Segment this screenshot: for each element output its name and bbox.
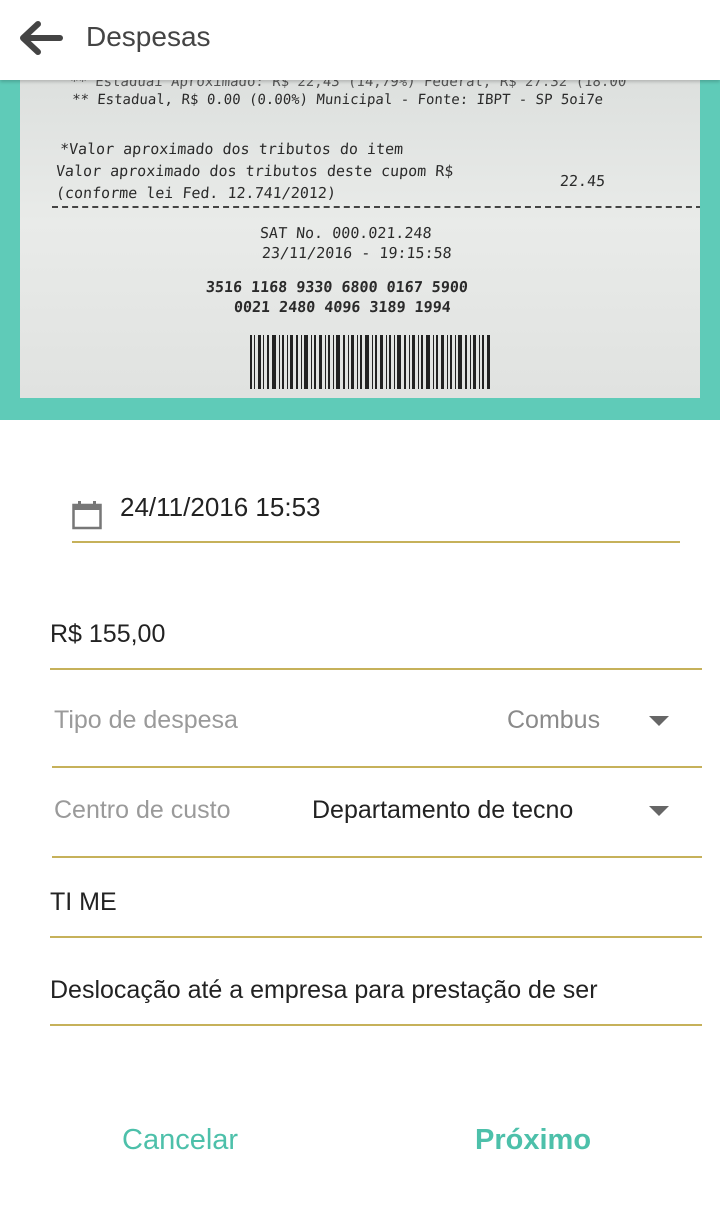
next-button[interactable]: Próximo [475, 1124, 591, 1157]
receipt-line: 23/11/2016 - 19:15:58 [261, 244, 453, 262]
receipt-line: 0021 2480 4096 3189 1994 [233, 298, 452, 316]
receipt-photo-frame[interactable]: ** Estaduai Aproximado: R$ 22,43 (14,79%… [0, 80, 720, 420]
barcode-icon [250, 335, 490, 389]
expense-type-select[interactable]: Tipo de despesa Combus [52, 676, 702, 768]
cancel-button[interactable]: Cancelar [122, 1124, 238, 1157]
expense-type-value: Combus [507, 706, 601, 734]
description-value: Deslocação até a empresa para prestação … [50, 976, 598, 1004]
amount-field[interactable]: R$ 155,00 [50, 600, 702, 670]
receipt-line: 3516 1168 9330 6800 0167 5900 [205, 278, 469, 296]
date-value: 24/11/2016 15:53 [120, 492, 321, 522]
page-title: Despesas [86, 21, 211, 52]
cost-center-label: Centro de custo [54, 796, 231, 824]
receipt-line: Valor aproximado dos tributos deste cupo… [55, 162, 454, 180]
cost-center-select[interactable]: Centro de custo Departamento de tecno [52, 766, 702, 858]
receipt-line: (conforme lei Fed. 12.741/2012) [55, 184, 337, 202]
receipt-line: *Valor aproximado dos tributos do item [59, 140, 404, 158]
amount-value: R$ 155,00 [50, 620, 166, 648]
arrow-left-icon [20, 21, 63, 55]
receipt-line: SAT No. 000.021.248 [259, 224, 433, 242]
receipt-line: 22.45 [559, 172, 606, 190]
calendar-icon [72, 501, 102, 530]
back-button[interactable] [14, 16, 66, 60]
receipt-divider [52, 206, 700, 208]
chevron-down-icon [649, 716, 669, 726]
receipt-line: ** Estadual, R$ 0.00 (0.00%) Municipal -… [71, 92, 604, 108]
receipt-photo: ** Estaduai Aproximado: R$ 22,43 (14,79%… [20, 80, 700, 398]
description-field[interactable]: Deslocação até a empresa para prestação … [50, 958, 702, 1026]
establishment-field[interactable]: TI ME [50, 870, 702, 938]
expense-type-label: Tipo de despesa [54, 706, 238, 734]
date-field[interactable]: 24/11/2016 15:53 [72, 474, 680, 543]
cost-center-value: Departamento de tecno [312, 796, 574, 824]
chevron-down-icon [649, 806, 669, 816]
receipt-line: ** Estaduai Aproximado: R$ 22,43 (14,79%… [69, 80, 627, 90]
app-bar: Despesas [0, 0, 720, 80]
establishment-value: TI ME [50, 888, 117, 916]
